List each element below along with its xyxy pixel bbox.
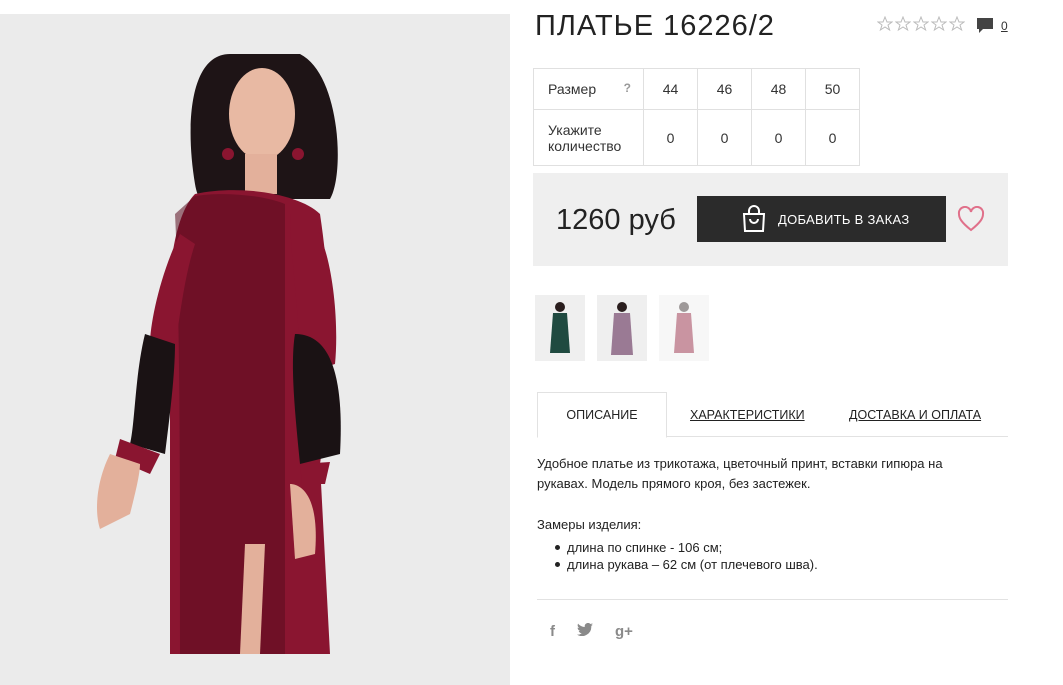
twitter-icon[interactable]	[577, 622, 593, 640]
facebook-icon[interactable]: f	[550, 623, 555, 640]
price-box: 1260 руб ДОБАВИТЬ В ЗАКАЗ	[533, 173, 1008, 266]
rating-stars[interactable]	[877, 16, 965, 32]
tab-specs[interactable]: ХАРАКТЕРИСТИКИ	[690, 392, 805, 437]
size-50: 50	[805, 68, 860, 110]
add-to-order-label: ДОБАВИТЬ В ЗАКАЗ	[778, 211, 910, 227]
measurements-list: длина по спинке - 106 см; длина рукава –…	[555, 539, 818, 573]
thumbnail-purple[interactable]	[597, 295, 647, 361]
social-share: f g+	[550, 622, 633, 640]
tab-description[interactable]: ОПИСАНИЕ	[537, 392, 667, 438]
thumbnail-red[interactable]	[659, 295, 709, 361]
heart-icon[interactable]	[957, 206, 985, 232]
star-icon[interactable]	[949, 16, 965, 32]
quantity-input-46[interactable]: 0	[697, 109, 752, 166]
google-plus-icon[interactable]: g+	[615, 623, 633, 640]
comments-count[interactable]: 0	[1001, 19, 1008, 33]
size-46: 46	[697, 68, 752, 110]
list-item: длина рукава – 62 см (от плечевого шва).	[555, 556, 818, 573]
price: 1260 руб	[556, 204, 676, 236]
quantity-input-50[interactable]: 0	[805, 109, 860, 166]
star-icon[interactable]	[877, 16, 893, 32]
size-help-icon[interactable]: ?	[624, 81, 631, 95]
thumbnail-green[interactable]	[535, 295, 585, 361]
star-icon[interactable]	[895, 16, 911, 32]
star-icon[interactable]	[913, 16, 929, 32]
product-title: ПЛАТЬЕ 16226/2	[535, 10, 775, 42]
tab-delivery[interactable]: ДОСТАВКА И ОПЛАТА	[849, 392, 981, 437]
product-tabs: ОПИСАНИЕ ХАРАКТЕРИСТИКИ ДОСТАВКА И ОПЛАТ…	[537, 392, 1008, 438]
comments-link[interactable]: 0	[976, 17, 1008, 34]
divider	[537, 599, 1008, 600]
measurements-title: Замеры изделия:	[537, 517, 642, 532]
size-table: Размер? 44 46 48 50 Укажите количество 0 …	[533, 68, 860, 166]
size-44: 44	[643, 68, 698, 110]
size-48: 48	[751, 68, 806, 110]
star-icon[interactable]	[931, 16, 947, 32]
product-photo[interactable]	[0, 14, 510, 685]
thumbnail-list	[535, 295, 709, 361]
size-label: Размер?	[533, 68, 644, 110]
quantity-input-44[interactable]: 0	[643, 109, 698, 166]
quantity-input-48[interactable]: 0	[751, 109, 806, 166]
bag-icon	[742, 205, 766, 232]
description-text: Удобное платье из трикотажа, цветочный п…	[537, 456, 943, 491]
comment-icon	[977, 18, 993, 33]
list-item: длина по спинке - 106 см;	[555, 539, 818, 556]
quantity-label: Укажите количество	[533, 109, 644, 166]
add-to-order-button[interactable]: ДОБАВИТЬ В ЗАКАЗ	[697, 196, 946, 242]
